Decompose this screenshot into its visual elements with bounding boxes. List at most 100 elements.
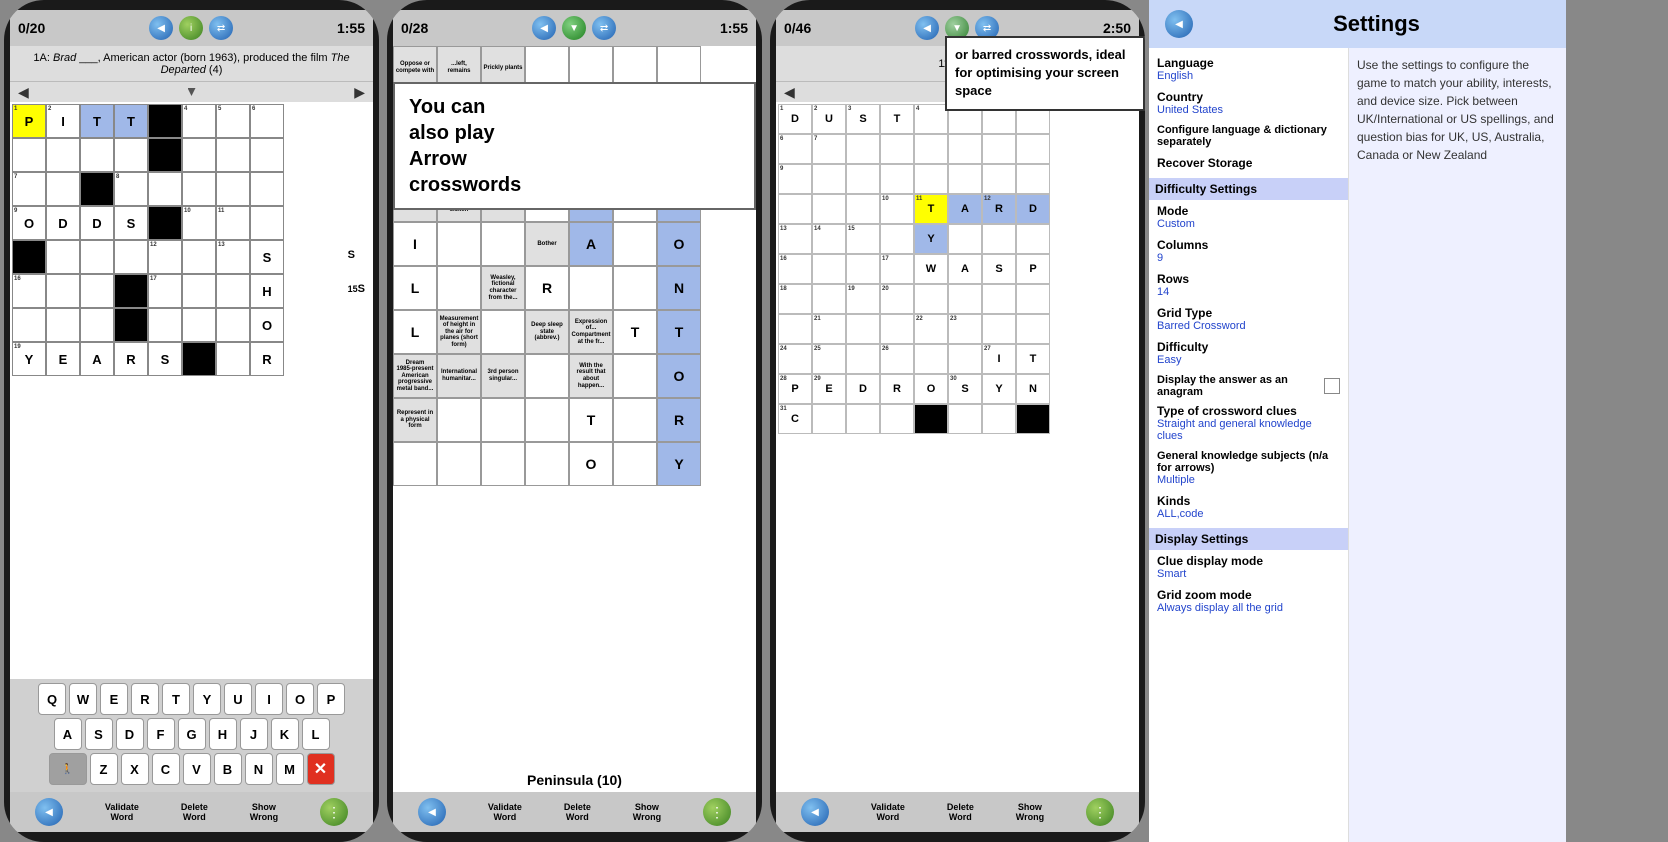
settings-anagram-row[interactable]: Display the answer as an anagram — [1157, 374, 1340, 398]
cell-1-5-6[interactable] — [216, 274, 250, 308]
cell-1-1-6[interactable] — [216, 138, 250, 172]
cell-1-7-3[interactable]: R — [114, 342, 148, 376]
cell-1-1-0[interactable] — [12, 138, 46, 172]
cell-1-3-6[interactable]: 11 — [216, 206, 250, 240]
cell-1-3-1[interactable]: D — [46, 206, 80, 240]
cell-1-5-2[interactable] — [80, 274, 114, 308]
back-game-btn-3[interactable]: ◀ — [801, 798, 829, 826]
settings-cluetype-row[interactable]: Type of crossword clues Straight and gen… — [1157, 404, 1340, 442]
kb-w[interactable]: W — [69, 683, 97, 715]
kb-t[interactable]: T — [162, 683, 190, 715]
kb-r[interactable]: R — [131, 683, 159, 715]
kb-o[interactable]: O — [286, 683, 314, 715]
cell-1-3-3[interactable]: S — [114, 206, 148, 240]
more-btn-1[interactable]: ⋮ — [320, 798, 348, 826]
delete-word-btn-2[interactable]: DeleteWord — [564, 802, 591, 822]
kb-p[interactable]: P — [317, 683, 345, 715]
sync-btn-2[interactable]: ⇄ — [592, 16, 616, 40]
cell-1-0-7[interactable]: 6 — [250, 104, 284, 138]
settings-rows-row[interactable]: Rows 14 — [1157, 272, 1340, 298]
cell-1-4-6[interactable]: 13 — [216, 240, 250, 274]
cell-1-0-6[interactable]: 5 — [216, 104, 250, 138]
cell-1-7-6[interactable] — [216, 342, 250, 376]
info-btn-1[interactable]: i — [179, 16, 203, 40]
kb-k[interactable]: K — [271, 718, 299, 750]
cell-1-6-5[interactable] — [182, 308, 216, 342]
settings-anagram-checkbox[interactable] — [1324, 378, 1340, 394]
cell-1-5-5[interactable] — [182, 274, 216, 308]
back-game-btn-1[interactable]: ◀ — [35, 798, 63, 826]
more-btn-3[interactable]: ⋮ — [1086, 798, 1114, 826]
cell-1-0-0[interactable]: 1P — [12, 104, 46, 138]
cell-1-4-2[interactable] — [80, 240, 114, 274]
settings-gridtype-row[interactable]: Grid Type Barred Crossword — [1157, 306, 1340, 332]
show-wrong-btn-1[interactable]: ShowWrong — [250, 802, 278, 822]
cell-1-1-1[interactable] — [46, 138, 80, 172]
cell-1-5-7[interactable]: H — [250, 274, 284, 308]
kb-x[interactable]: X — [121, 753, 149, 785]
cell-1-7-4[interactable]: S — [148, 342, 182, 376]
settings-recover-row[interactable]: Recover Storage — [1157, 156, 1340, 170]
delete-word-btn-3[interactable]: DeleteWord — [947, 802, 974, 822]
cell-1-1-7[interactable] — [250, 138, 284, 172]
settings-kinds-row[interactable]: Kinds ALL,code — [1157, 494, 1340, 520]
settings-zoom-row[interactable]: Grid zoom mode Always display all the gr… — [1157, 588, 1340, 614]
settings-mode-row[interactable]: Mode Custom — [1157, 204, 1340, 230]
kb-g[interactable]: G — [178, 718, 206, 750]
cell-1-2-5[interactable] — [182, 172, 216, 206]
kb-u[interactable]: U — [224, 683, 252, 715]
kb-j[interactable]: J — [240, 718, 268, 750]
next-clue-1[interactable]: ▶ — [354, 84, 365, 101]
cell-1-5-4[interactable]: 17 — [148, 274, 182, 308]
cell-1-6-2[interactable] — [80, 308, 114, 342]
validate-word-btn-3[interactable]: ValidateWord — [871, 802, 905, 822]
kb-b[interactable]: B — [214, 753, 242, 785]
kb-walker[interactable]: 🚶 — [49, 753, 87, 785]
cell-1-5-0[interactable]: 16 — [12, 274, 46, 308]
cell-1-2-3[interactable]: 8 — [114, 172, 148, 206]
kb-l[interactable]: L — [302, 718, 330, 750]
kb-h[interactable]: H — [209, 718, 237, 750]
cell-1-3-5[interactable]: 10 — [182, 206, 216, 240]
settings-difficulty-row[interactable]: Difficulty Easy — [1157, 340, 1340, 366]
settings-back-btn[interactable]: ◀ — [1165, 10, 1193, 38]
cell-1-1-3[interactable] — [114, 138, 148, 172]
cell-1-0-2[interactable]: T — [80, 104, 114, 138]
cell-1-3-0[interactable]: 9O — [12, 206, 46, 240]
cell-1-4-4[interactable]: 12 — [148, 240, 182, 274]
kb-v[interactable]: V — [183, 753, 211, 785]
cell-1-2-1[interactable] — [46, 172, 80, 206]
back-btn-3[interactable]: ◀ — [915, 16, 939, 40]
cell-1-1-5[interactable] — [182, 138, 216, 172]
more-btn-2[interactable]: ⋮ — [703, 798, 731, 826]
kb-n[interactable]: N — [245, 753, 273, 785]
cell-1-4-3[interactable] — [114, 240, 148, 274]
kb-f[interactable]: F — [147, 718, 175, 750]
cell-1-2-6[interactable] — [216, 172, 250, 206]
settings-gk-row[interactable]: General knowledge subjects (n/a for arro… — [1157, 450, 1340, 486]
cell-1-2-0[interactable]: 7 — [12, 172, 46, 206]
show-wrong-btn-3[interactable]: ShowWrong — [1016, 802, 1044, 822]
kb-i[interactable]: I — [255, 683, 283, 715]
settings-country-row[interactable]: Country United States — [1157, 90, 1340, 116]
sync-btn-1[interactable]: ⇄ — [209, 16, 233, 40]
info-btn-2[interactable]: ▼ — [562, 16, 586, 40]
settings-configure-row[interactable]: Configure language & dictionary separate… — [1157, 124, 1340, 148]
cell-1-2-7[interactable] — [250, 172, 284, 206]
kb-d[interactable]: D — [116, 718, 144, 750]
cell-1-7-1[interactable]: E — [46, 342, 80, 376]
cell-1-6-4[interactable] — [148, 308, 182, 342]
back-game-btn-2[interactable]: ◀ — [418, 798, 446, 826]
settings-columns-row[interactable]: Columns 9 — [1157, 238, 1340, 264]
cell-1-7-2[interactable]: A — [80, 342, 114, 376]
prev-clue-3[interactable]: ◀ — [784, 84, 795, 101]
kb-e[interactable]: E — [100, 683, 128, 715]
kb-del[interactable]: ✕ — [307, 753, 335, 785]
back-btn-2[interactable]: ◀ — [532, 16, 556, 40]
show-wrong-btn-2[interactable]: ShowWrong — [633, 802, 661, 822]
prev-clue-1[interactable]: ◀ — [18, 84, 29, 101]
kb-s[interactable]: S — [85, 718, 113, 750]
validate-word-btn-1[interactable]: ValidateWord — [105, 802, 139, 822]
cell-1-0-3[interactable]: T — [114, 104, 148, 138]
cell-1-0-1[interactable]: 2I — [46, 104, 80, 138]
